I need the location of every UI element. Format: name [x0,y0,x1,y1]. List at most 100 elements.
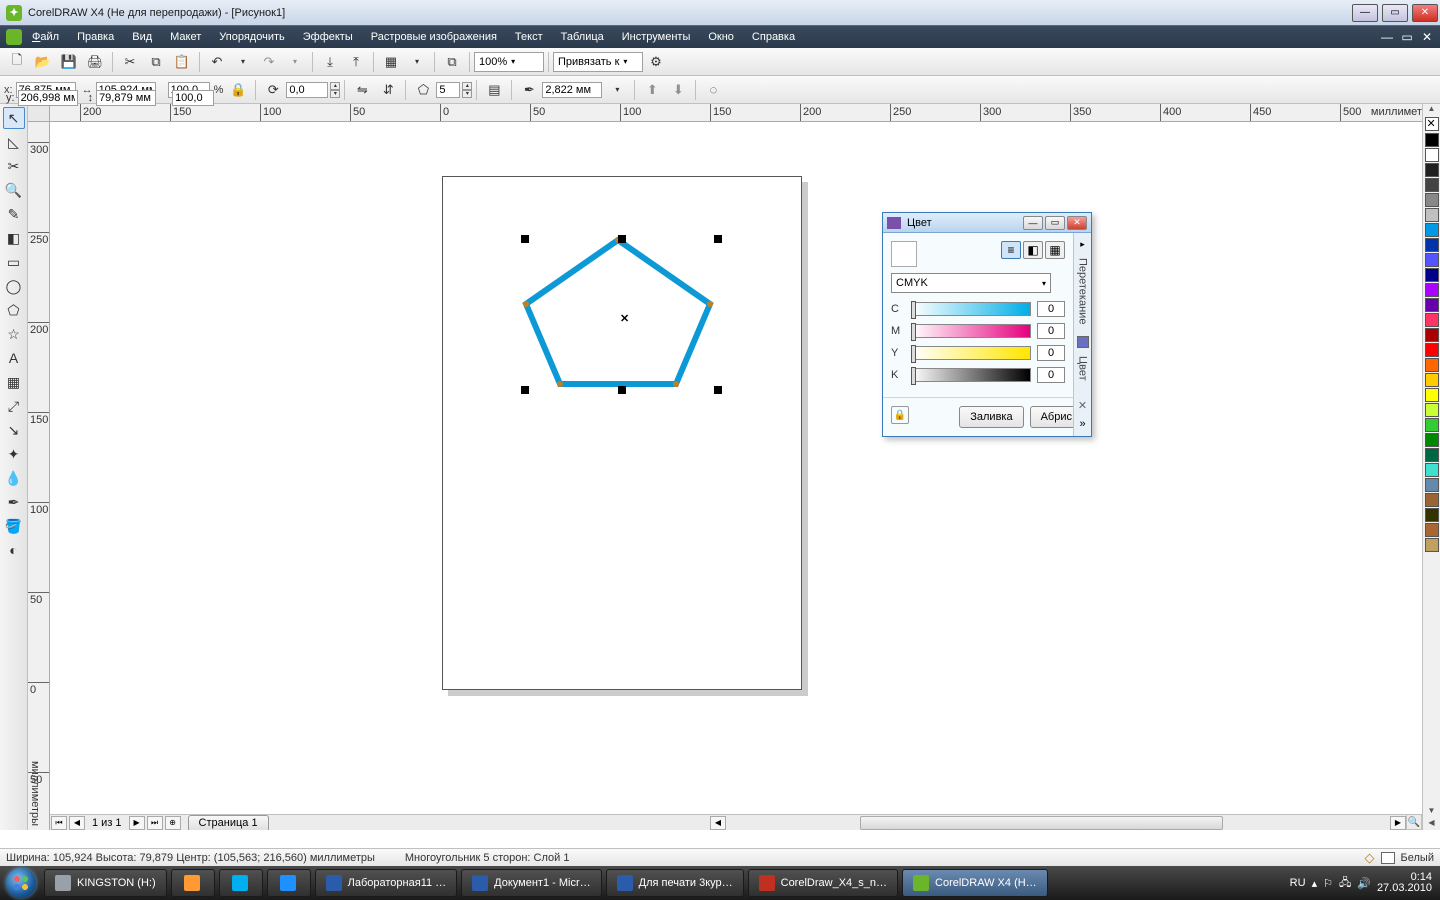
interactive-fill-tool[interactable]: ◐ [3,539,25,561]
welcome-button[interactable]: ⧉ [441,51,463,73]
menu-window[interactable]: Окно [708,31,734,43]
undo-button[interactable]: ↶ [206,51,228,73]
paste-button[interactable]: 📋 [171,51,193,73]
convert-curves-button[interactable]: ◌ [702,79,724,101]
wrap-text-button[interactable]: ▤ [483,79,505,101]
y-field[interactable] [18,90,78,106]
ellipse-tool[interactable]: ◯ [3,275,25,297]
menu-bitmaps[interactable]: Растровые изображения [371,31,497,43]
side-color-swatch[interactable] [1077,336,1089,348]
palette-swatch[interactable] [1425,238,1439,252]
shape-tool[interactable]: ◺ [3,131,25,153]
text-tool[interactable]: A [3,347,25,369]
palette-swatch[interactable] [1425,373,1439,387]
scroll-right-button[interactable]: ▶ [1390,816,1406,830]
zoom-tool[interactable]: 🔍 [3,179,25,201]
snap-combo[interactable]: Привязать к▾ [553,52,643,72]
tray-volume-icon[interactable]: 🔊 [1357,877,1371,890]
taskbar-item[interactable]: Для печати 3кур… [606,869,744,897]
app-launcher-button[interactable]: ▦ [380,51,402,73]
palette-swatch[interactable] [1425,358,1439,372]
taskbar-item[interactable] [171,869,215,897]
selection-handle[interactable] [521,386,529,394]
ruler-corner[interactable] [28,104,50,122]
palette-swatch[interactable] [1425,508,1439,522]
import-button[interactable]: ⤓ [319,51,341,73]
color-model-combo[interactable]: CMYK▾ [891,273,1051,293]
outline-tool[interactable]: ✒ [3,491,25,513]
side-tab-blend[interactable]: Перетекание [1077,258,1089,324]
mdi-restore-button[interactable]: ▭ [1400,30,1414,44]
lock-button[interactable]: 🔒 [891,406,909,424]
selection-handle[interactable] [618,235,626,243]
horizontal-ruler[interactable]: /* ticks rendered below by JS */ миллиме… [50,104,1440,122]
palette-swatch[interactable] [1425,343,1439,357]
app-launcher-dropdown[interactable]: ▾ [406,51,428,73]
fill-tool[interactable]: 🪣 [3,515,25,537]
mdi-close-button[interactable]: ✕ [1420,30,1434,44]
navigator-button[interactable]: 🔍 [1406,814,1422,830]
palette-swatch[interactable] [1425,208,1439,222]
add-page-button[interactable]: ⊕ [165,816,181,830]
pick-tool[interactable]: ↖ [3,107,25,129]
print-button[interactable]: 🖨 [84,51,106,73]
dimension-tool[interactable]: ⤢ [3,395,25,417]
height-field[interactable] [96,90,156,106]
zoom-combo[interactable]: 100%▾ [474,52,544,72]
export-button[interactable]: ⤒ [345,51,367,73]
taskbar-item[interactable]: CorelDRAW X4 (Н… [902,869,1048,897]
menu-file[interactable]: Файл [32,31,59,43]
palette-swatch[interactable] [1425,448,1439,462]
current-color-swatch[interactable] [891,241,917,267]
docker-maximize-button[interactable]: ▭ [1045,216,1065,230]
palette-swatch[interactable] [1425,493,1439,507]
copy-button[interactable]: ⧉ [145,51,167,73]
menu-view[interactable]: Вид [132,31,152,43]
connector-tool[interactable]: ↘ [3,419,25,441]
docker-titlebar[interactable]: Цвет — ▭ ✕ [883,213,1091,233]
horizontal-scrollbar[interactable]: ◀ ▶ [710,814,1406,830]
canvas[interactable]: ✕ [50,122,1422,812]
menu-edit[interactable]: Правка [77,31,114,43]
mirror-v-button[interactable]: ⇵ [377,79,399,101]
last-page-button[interactable]: ⏭ [147,816,163,830]
angle-spinner[interactable]: ▴▾ [330,82,340,98]
selection-handle[interactable] [714,386,722,394]
palette-swatch[interactable] [1425,313,1439,327]
menu-layout[interactable]: Макет [170,31,201,43]
scroll-track[interactable] [728,816,1388,830]
menu-effects[interactable]: Эффекты [303,31,353,43]
table-tool[interactable]: ▦ [3,371,25,393]
menu-arrange[interactable]: Упорядочить [219,31,284,43]
selection-handle[interactable] [714,235,722,243]
taskbar-item[interactable]: Лабораторная11 … [315,869,458,897]
sides-spinner[interactable]: ▴▾ [462,82,472,98]
palette-swatch[interactable] [1425,388,1439,402]
palette-swatch[interactable] [1425,133,1439,147]
value-y[interactable] [1037,345,1065,361]
palette-swatch[interactable] [1425,433,1439,447]
outline-width-dropdown[interactable]: ▾ [606,79,628,101]
fill-indicator-icon[interactable]: ◇ [1365,850,1375,866]
mirror-h-button[interactable]: ⇋ [351,79,373,101]
menu-tools[interactable]: Инструменты [622,31,691,43]
tray-arrow-icon[interactable]: ▴ [1312,877,1318,890]
polygon-tool[interactable]: ⬠ [3,299,25,321]
taskbar-item[interactable]: CorelDraw_X4_s_n… [748,869,898,897]
mdi-minimize-button[interactable]: — [1380,30,1394,44]
minimize-button[interactable]: — [1352,4,1378,22]
docker-minimize-button[interactable]: — [1023,216,1043,230]
selection-handle[interactable] [618,386,626,394]
palette-view-button[interactable]: ▦ [1045,241,1065,259]
pentagon-shape[interactable] [518,232,718,392]
save-button[interactable]: 💾 [58,51,80,73]
side-tab-color[interactable]: Цвет [1077,356,1089,381]
palette-scroll-down[interactable]: ▼ [1428,806,1436,818]
basic-shapes-tool[interactable]: ☆ [3,323,25,345]
slider-k[interactable] [911,368,1031,382]
palette-swatch[interactable] [1425,193,1439,207]
menu-text[interactable]: Текст [515,31,543,43]
fill-button[interactable]: Заливка [959,406,1023,428]
slider-c[interactable] [911,302,1031,316]
prev-page-button[interactable]: ◀ [69,816,85,830]
